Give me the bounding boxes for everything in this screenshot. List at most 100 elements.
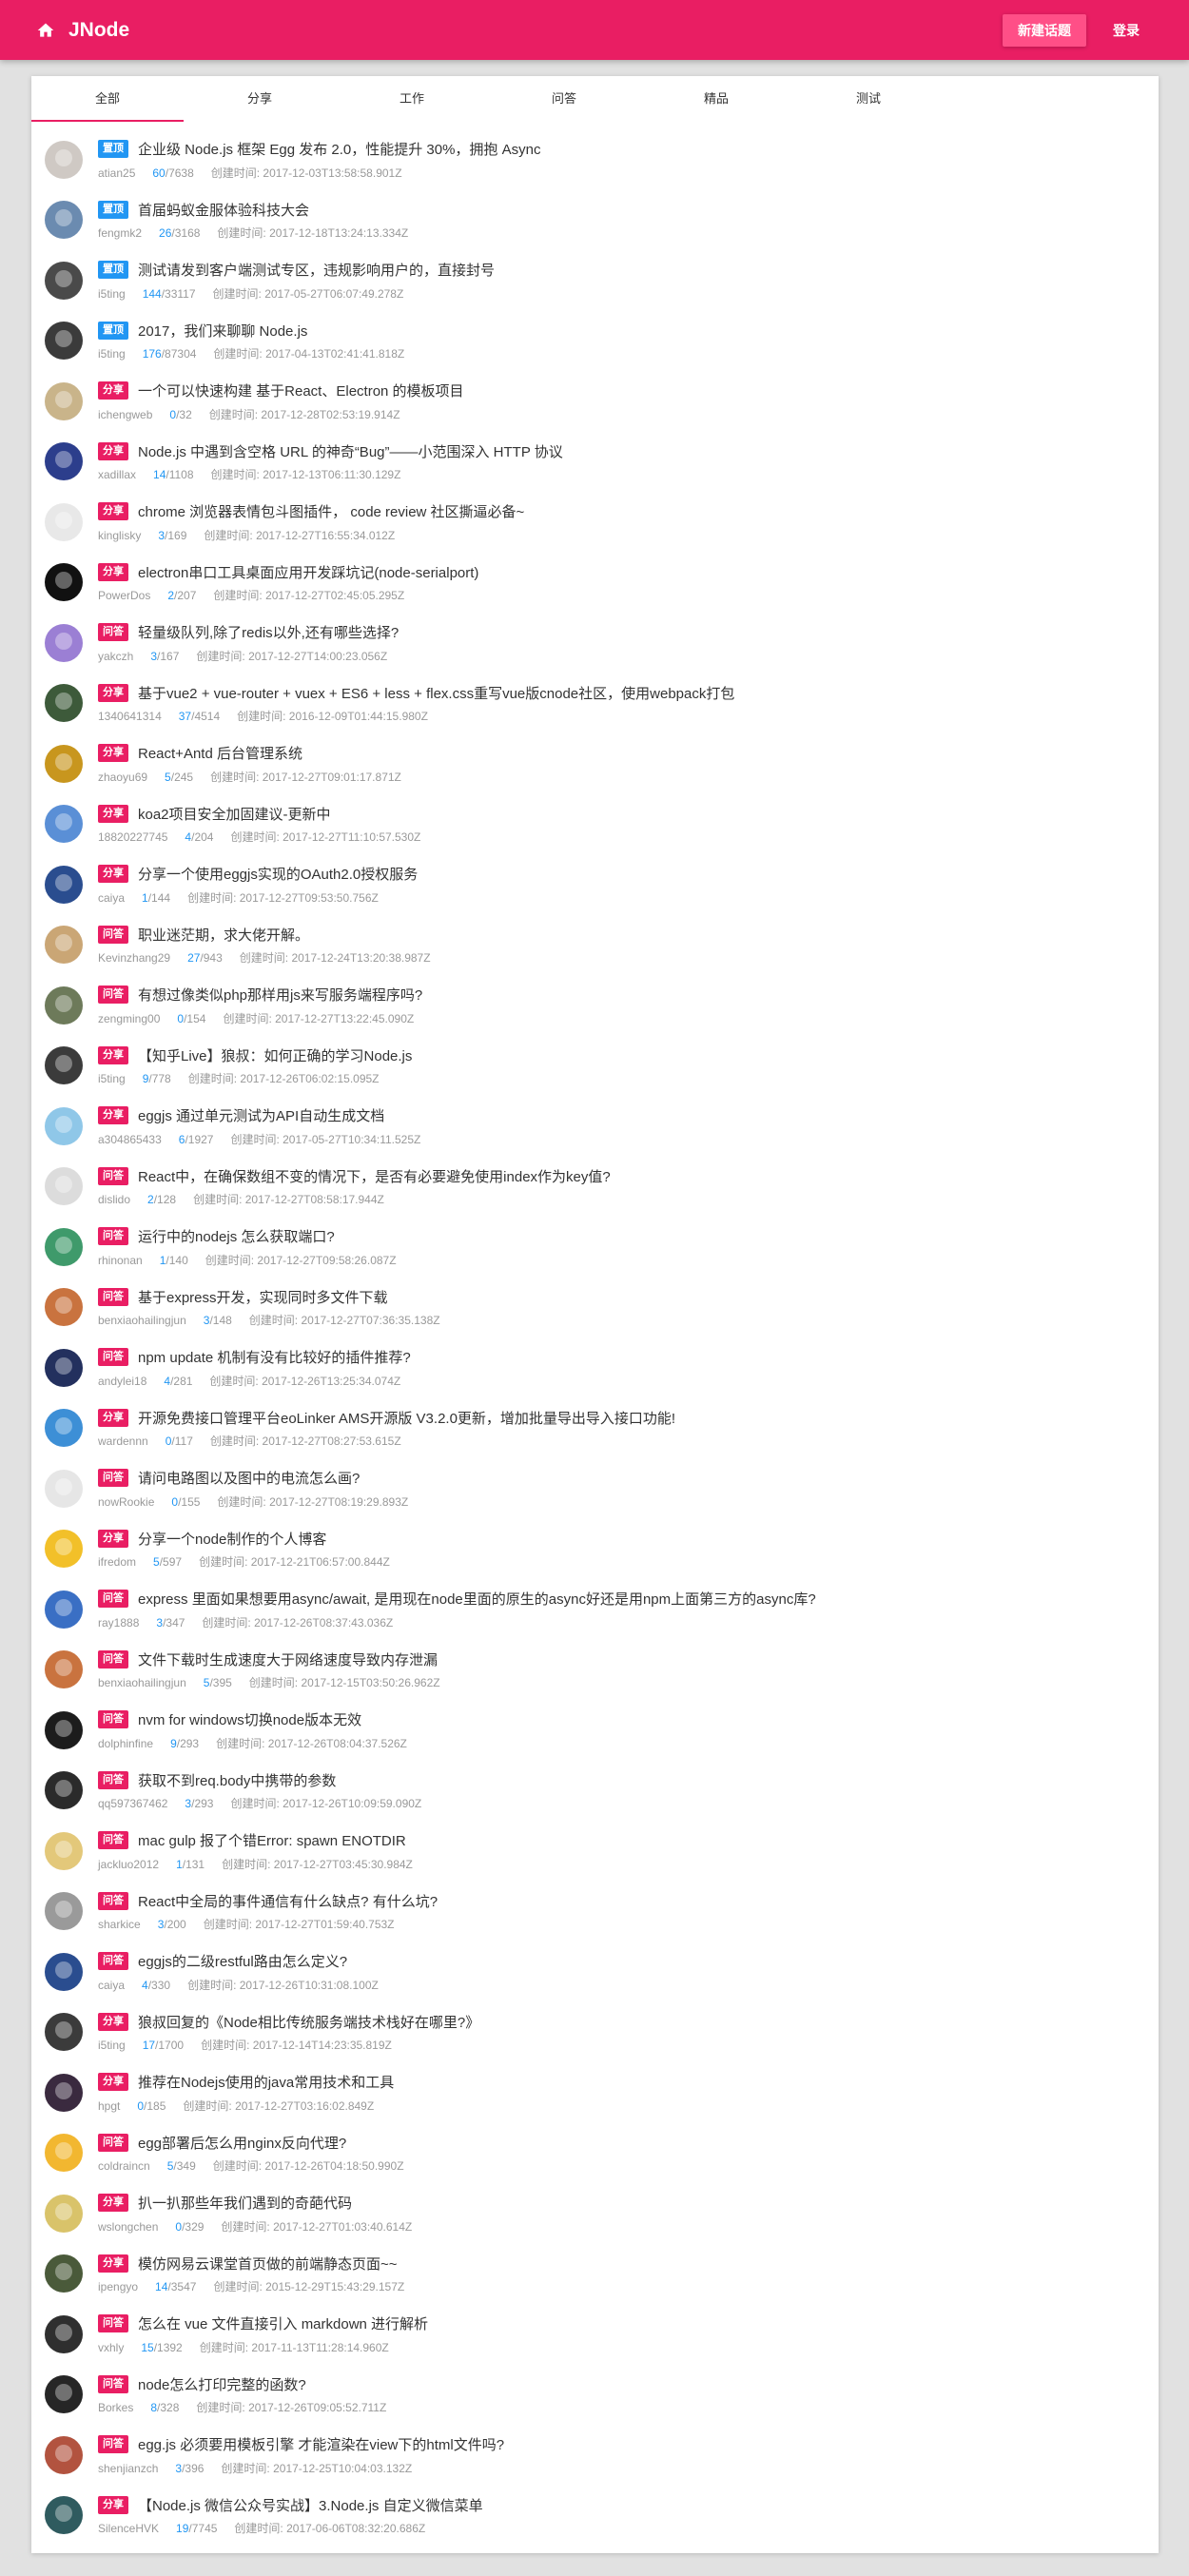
topic-title[interactable]: chrome 浏览器表情包斗图插件， code review 社区撕逼必备~ <box>138 501 524 521</box>
topic-title[interactable]: eggjs 通过单元测试为API自动生成文档 <box>138 1105 384 1125</box>
home-link[interactable]: JNode <box>36 19 129 42</box>
topic-row[interactable]: 问答 npm update 机制有没有比较好的插件推荐? andylei18 4/28… <box>31 1337 1159 1398</box>
topic-author[interactable]: qq597367462 <box>98 1797 167 1810</box>
avatar[interactable] <box>45 1650 83 1689</box>
topic-author[interactable]: xadillax <box>98 468 136 481</box>
avatar[interactable] <box>45 1167 83 1206</box>
topic-title[interactable]: koa2项目安全加固建议-更新中 <box>138 804 331 824</box>
avatar[interactable] <box>45 1227 83 1266</box>
avatar[interactable] <box>45 2375 83 2414</box>
topic-title[interactable]: 请问电路图以及图中的电流怎么画? <box>138 1468 360 1488</box>
topic-row[interactable]: 问答 运行中的nodejs 怎么获取端口? rhinonan 1/140 创建时间: 2… <box>31 1217 1159 1278</box>
topic-title[interactable]: 怎么在 vue 文件直接引入 markdown 进行解析 <box>138 2313 428 2333</box>
topic-title[interactable]: 模仿网易云课堂首页做的前端静态页面~~ <box>138 2254 398 2274</box>
topic-title[interactable]: eggjs的二级restful路由怎么定义? <box>138 1951 347 1971</box>
topic-author[interactable]: dislido <box>98 1193 130 1206</box>
tab-2[interactable]: 工作 <box>336 76 488 122</box>
topic-title[interactable]: 文件下载时生成速度大于网络速度导致内存泄漏 <box>138 1649 438 1669</box>
avatar[interactable] <box>45 986 83 1025</box>
tab-1[interactable]: 分享 <box>184 76 336 122</box>
tab-5[interactable]: 测试 <box>792 76 945 122</box>
avatar[interactable] <box>45 2435 83 2474</box>
topic-row[interactable]: 分享 狼叔回复的《Node相比传统服务端技术栈好在哪里?》 i5ting 17/170… <box>31 2002 1159 2063</box>
tab-4[interactable]: 精品 <box>640 76 792 122</box>
topic-title[interactable]: 【知乎Live】狼叔：如何正确的学习Node.js <box>138 1045 412 1065</box>
topic-author[interactable]: rhinonan <box>98 1254 143 1267</box>
topic-title[interactable]: 测试请发到客户端测试专区，违规影响用户的，直接封号 <box>138 260 495 280</box>
topic-title[interactable]: 一个可以快速构建 基于React、Electron 的模板项目 <box>138 381 464 400</box>
topic-row[interactable]: 问答 职业迷茫期，求大佬开解。 Kevinzhang29 27/943 创建时间: 20… <box>31 915 1159 976</box>
topic-author[interactable]: ipengyo <box>98 2280 138 2293</box>
topic-author[interactable]: ray1888 <box>98 1616 139 1630</box>
topic-author[interactable]: hpgt <box>98 2099 120 2113</box>
topic-author[interactable]: sharkice <box>98 1918 141 1931</box>
topic-title[interactable]: mac gulp 报了个错Error: spawn ENOTDIR <box>138 1830 406 1850</box>
topic-author[interactable]: PowerDos <box>98 589 150 602</box>
topic-author[interactable]: kinglisky <box>98 529 141 542</box>
topic-row[interactable]: 问答 eggjs的二级restful路由怎么定义? caiya 4/330 创建时间: … <box>31 1942 1159 2002</box>
topic-row[interactable]: 置顶 测试请发到客户端测试专区，违规影响用户的，直接封号 i5ting 144/331… <box>31 250 1159 311</box>
topic-author[interactable]: benxiaohailingjun <box>98 1676 186 1689</box>
topic-title[interactable]: 推荐在Nodejs使用的java常用技术和工具 <box>138 2072 394 2092</box>
topic-author[interactable]: dolphinfine <box>98 1737 153 1750</box>
avatar[interactable] <box>45 623 83 662</box>
topic-row[interactable]: 分享 【知乎Live】狼叔：如何正确的学习Node.js i5ting 9/778 创建… <box>31 1036 1159 1097</box>
topic-author[interactable]: jackluo2012 <box>98 1858 159 1871</box>
avatar[interactable] <box>45 201 83 240</box>
avatar[interactable] <box>45 1771 83 1810</box>
topic-author[interactable]: caiya <box>98 1979 125 1992</box>
home-icon[interactable] <box>36 21 55 40</box>
avatar[interactable] <box>45 2013 83 2052</box>
topic-row[interactable]: 问答 文件下载时生成速度大于网络速度导致内存泄漏 benxiaohailingjun… <box>31 1640 1159 1701</box>
avatar[interactable] <box>45 381 83 420</box>
topic-title[interactable]: React中，在确保数组不变的情况下，是否有必要避免使用index作为key值? <box>138 1166 611 1186</box>
topic-row[interactable]: 问答 怎么在 vue 文件直接引入 markdown 进行解析 vxhly 15/13… <box>31 2304 1159 2365</box>
new-topic-button[interactable]: 新建话题 <box>1003 13 1086 47</box>
avatar[interactable] <box>45 865 83 904</box>
topic-title[interactable]: 扒一扒那些年我们遇到的奇葩代码 <box>138 2193 352 2213</box>
topic-row[interactable]: 分享 分享一个使用eggjs实现的OAuth2.0授权服务 caiya 1/144 创建… <box>31 854 1159 915</box>
topic-author[interactable]: benxiaohailingjun <box>98 1314 186 1327</box>
topic-author[interactable]: i5ting <box>98 1072 126 1085</box>
avatar[interactable] <box>45 744 83 783</box>
topic-author[interactable]: nowRookie <box>98 1495 154 1509</box>
topic-row[interactable]: 分享 推荐在Nodejs使用的java常用技术和工具 hpgt 0/185 创建时间: … <box>31 2062 1159 2123</box>
topic-row[interactable]: 分享 开源免费接口管理平台eoLinker AMS开源版 V3.2.0更新，增加批… <box>31 1398 1159 1459</box>
topic-author[interactable]: 18820227745 <box>98 830 167 844</box>
topic-row[interactable]: 问答 nvm for windows切换node版本无效 dolphinfine 9/… <box>31 1700 1159 1761</box>
topic-row[interactable]: 分享 【Node.js 微信公众号实战】3.Node.js 自定义微信菜单 Sile… <box>31 2486 1159 2547</box>
topic-author[interactable]: Borkes <box>98 2401 133 2414</box>
avatar[interactable] <box>45 1348 83 1387</box>
topic-title[interactable]: React+Antd 后台管理系统 <box>138 743 302 763</box>
topic-row[interactable]: 问答 请问电路图以及图中的电流怎么画? nowRookie 0/155 创建时间: 20… <box>31 1458 1159 1519</box>
topic-title[interactable]: React中全局的事件通信有什么缺点? 有什么坑? <box>138 1891 438 1911</box>
topic-author[interactable]: i5ting <box>98 2039 126 2052</box>
avatar[interactable] <box>45 502 83 541</box>
topic-row[interactable]: 分享 基于vue2 + vue-router + vuex + ES6 + les… <box>31 673 1159 734</box>
topic-author[interactable]: wardennn <box>98 1434 148 1448</box>
topic-row[interactable]: 置顶 首届蚂蚁金服体验科技大会 fengmk2 26/3168 创建时间: 2017-1… <box>31 190 1159 251</box>
topic-author[interactable]: wslongchen <box>98 2220 158 2234</box>
topic-row[interactable]: 分享 模仿网易云课堂首页做的前端静态页面~~ ipengyo 14/3547 创建时间:… <box>31 2244 1159 2305</box>
avatar[interactable] <box>45 2496 83 2535</box>
login-button[interactable]: 登录 <box>1100 14 1153 47</box>
avatar[interactable] <box>45 261 83 300</box>
topic-row[interactable]: 问答 node怎么打印完整的函数? Borkes 8/328 创建时间: 2017-12… <box>31 2365 1159 2426</box>
topic-row[interactable]: 分享 React+Antd 后台管理系统 zhaoyu69 5/245 创建时间: 20… <box>31 733 1159 794</box>
avatar[interactable] <box>45 1469 83 1508</box>
tab-0[interactable]: 全部 <box>31 76 184 122</box>
topic-author[interactable]: caiya <box>98 891 125 905</box>
topic-row[interactable]: 问答 egg.js 必须要用模板引擎 才能渲染在view下的html文件吗? she… <box>31 2425 1159 2486</box>
topic-row[interactable]: 置顶 企业级 Node.js 框架 Egg 发布 2.0，性能提升 30%，拥抱 … <box>31 129 1159 190</box>
avatar[interactable] <box>45 1409 83 1448</box>
topic-author[interactable]: zengming00 <box>98 1012 160 1025</box>
avatar[interactable] <box>45 1530 83 1569</box>
avatar[interactable] <box>45 140 83 179</box>
topic-row[interactable]: 分享 扒一扒那些年我们遇到的奇葩代码 wslongchen 0/329 创建时间: 20… <box>31 2183 1159 2244</box>
avatar[interactable] <box>45 322 83 361</box>
topic-title[interactable]: Node.js 中遇到含空格 URL 的神奇“Bug”——小范围深入 HTTP … <box>138 441 563 461</box>
topic-author[interactable]: vxhly <box>98 2341 124 2354</box>
topic-row[interactable]: 分享 Node.js 中遇到含空格 URL 的神奇“Bug”——小范围深入 HTT… <box>31 432 1159 493</box>
topic-title[interactable]: 企业级 Node.js 框架 Egg 发布 2.0，性能提升 30%，拥抱 As… <box>138 139 540 159</box>
topic-row[interactable]: 分享 koa2项目安全加固建议-更新中 18820227745 4/204 创建时间: … <box>31 794 1159 855</box>
